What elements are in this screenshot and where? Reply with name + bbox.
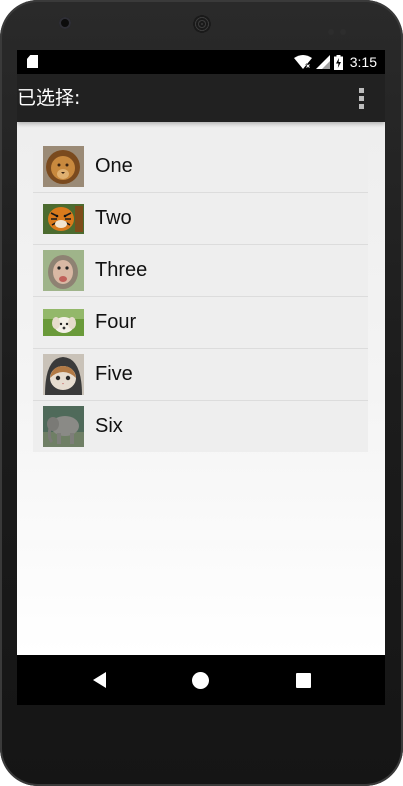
back-icon[interactable] (89, 670, 109, 690)
wifi-icon (293, 55, 312, 69)
action-bar: 已选择: (17, 74, 385, 122)
cellular-signal-icon (315, 55, 330, 69)
device-screen: 3:15 已选择: One Two Three Four Five Six (17, 50, 385, 705)
list-item-five[interactable]: Five (33, 349, 368, 401)
sd-card-icon (27, 55, 38, 68)
tiger-image (43, 198, 84, 239)
item-label: Two (95, 207, 132, 229)
home-icon[interactable] (190, 670, 210, 690)
status-bar: 3:15 (17, 50, 385, 74)
animal-list: One Two Three Four Five Six (33, 141, 368, 452)
navigation-bar (17, 655, 385, 705)
list-item-one[interactable]: One (33, 141, 368, 193)
more-vert-icon[interactable] (359, 88, 365, 110)
earpiece-speaker (193, 15, 211, 33)
item-label: Six (95, 415, 123, 437)
item-label: Five (95, 363, 133, 385)
list-item-six[interactable]: Six (33, 401, 368, 452)
cat-image (43, 354, 84, 395)
battery-charging-icon (333, 54, 343, 70)
main-content: One Two Three Four Five Six (17, 122, 385, 655)
item-label: Four (95, 311, 137, 333)
status-icons: 3:15 (293, 53, 377, 71)
status-time: 3:15 (349, 54, 377, 70)
page-title: 已选择: (17, 87, 81, 109)
recents-icon[interactable] (293, 670, 313, 690)
monkey-image (43, 250, 84, 291)
list-item-three[interactable]: Three (33, 245, 368, 297)
puppy-image (43, 302, 84, 343)
phone-frame: 3:15 已选择: One Two Three Four Five Six (0, 0, 403, 786)
proximity-sensors (328, 20, 352, 39)
item-label: Three (95, 259, 148, 281)
front-camera (59, 17, 71, 29)
item-label: One (95, 155, 133, 177)
list-item-four[interactable]: Four (33, 297, 368, 349)
elephant-image (43, 406, 84, 447)
list-item-two[interactable]: Two (33, 193, 368, 245)
lion-image (43, 146, 84, 187)
